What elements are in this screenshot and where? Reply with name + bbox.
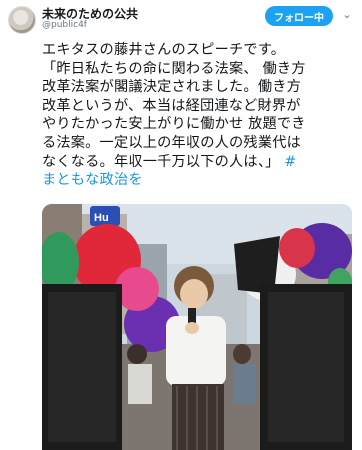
speech-photo: Hu — [42, 204, 352, 450]
tweet-line: 「昨日私たちの命に関わる法案、 働き方 — [42, 60, 306, 77]
user-handle[interactable]: @public4f — [42, 20, 87, 30]
tweet-photo[interactable]: Hu — [42, 204, 352, 450]
hashtag-link[interactable]: まともな政治を — [42, 171, 352, 190]
follow-button[interactable]: フォロー中 — [265, 6, 333, 26]
tweet-line: る法案。一定以上の年収の人の残業代は — [42, 134, 301, 151]
tweet-line: 改革というが、本当は経団連など財界が — [42, 97, 301, 114]
tweet-line: エキタスの藤井さんのスピーチです。 — [42, 42, 286, 58]
tweet-text: エキタスの藤井さんのスピーチです。 「昨日私たちの命に関わる法案、 働き方 改革… — [42, 41, 352, 190]
avatar[interactable] — [8, 6, 36, 34]
tweet-header: 未来のための公共 @public4f フォロー中 ⌄ — [0, 0, 362, 36]
hashtag-symbol[interactable]: # — [284, 154, 296, 170]
tweet-line: なくなる。年収一千万以下の人は、」 — [42, 153, 280, 170]
tweet-line: やりたかった安上がりに働かせ 放題でき — [42, 116, 306, 133]
tweet-line: 改革法案が閣議決定されました。働き方 — [42, 79, 301, 96]
tweet-line-with-hashtag: なくなる。年収一千万以下の人は、」 # — [42, 153, 352, 172]
sign-text: Hu — [94, 212, 109, 224]
chevron-down-icon[interactable]: ⌄ — [340, 8, 354, 22]
